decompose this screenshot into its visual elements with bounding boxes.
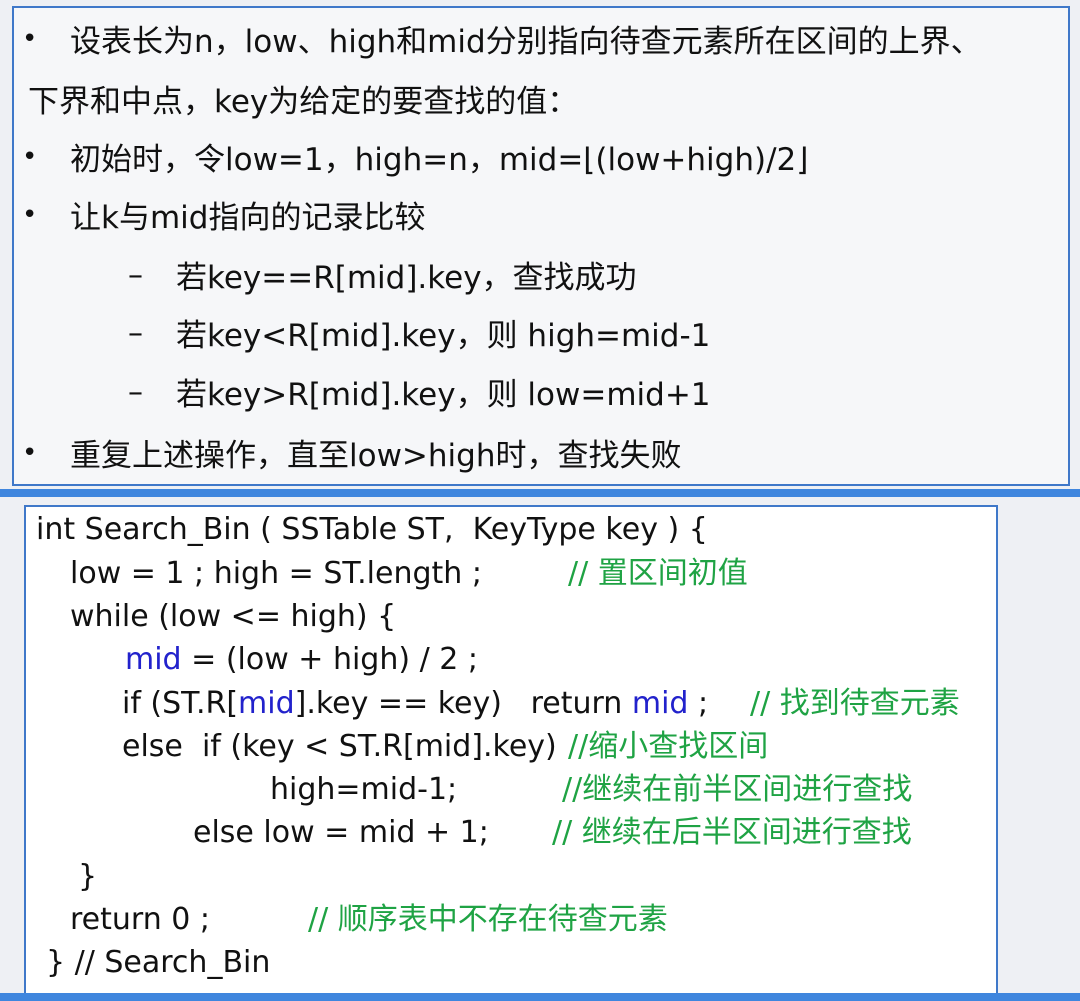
code-token: = (low + high) / 2 ; [181, 642, 478, 677]
code-line-signature: int Search_Bin ( SSTable ST, KeyType key… [36, 512, 708, 547]
intro-line-1: 设表长为n，low、high和mid分别指向待查元素所在区间的上界、 [70, 24, 982, 60]
code-line-init: low = 1 ; high = ST.length ; [70, 556, 482, 591]
code-comment-narrow: //缩小查找区间 [568, 729, 769, 764]
case-greater: 若key>R[mid].key，则 low=mid+1 [176, 377, 711, 413]
code-token-mid: mid [125, 642, 182, 677]
code-line-if: if (ST.R[mid].key == key) return mid ; [122, 685, 708, 723]
code-comment-init: // 置区间初值 [568, 556, 748, 591]
init-rule: 初始时，令low=1，high=n，mid=⌊(low+high)/2⌋ [70, 142, 809, 178]
divider-bar [0, 489, 1080, 497]
dash: – [128, 316, 143, 351]
divider-bar [0, 993, 1080, 1001]
bullet: • [22, 24, 38, 54]
code-line-elseif: else if (key < ST.R[mid].key) [122, 729, 557, 764]
bullet: • [22, 200, 38, 230]
code-token: ].key == key) return [294, 686, 632, 721]
code-line-while: while (low <= high) { [70, 599, 397, 634]
case-less: 若key<R[mid].key，则 high=mid-1 [176, 318, 711, 354]
intro-line-2: 下界和中点，key为给定的要查找的值： [28, 84, 579, 120]
code-comment-not-found: // 顺序表中不存在待查元素 [308, 902, 668, 937]
code-token-mid: mid [238, 686, 295, 721]
code-line-end: } // Search_Bin [46, 945, 271, 980]
code-comment-found: // 找到待查元素 [750, 686, 960, 721]
case-equal: 若key==R[mid].key，查找成功 [176, 260, 637, 296]
dash: – [128, 375, 143, 410]
code-line-mid: mid = (low + high) / 2 ; [125, 641, 478, 679]
dash: – [128, 258, 143, 293]
repeat-rule: 重复上述操作，直至low>high时，查找失败 [70, 438, 682, 474]
bullet: • [22, 142, 38, 172]
code-line-else-low: else low = mid + 1; [193, 815, 489, 850]
code-line-close-while: } [78, 859, 98, 894]
code-token-mid: mid [631, 686, 689, 721]
code-line-high: high=mid-1; [270, 772, 458, 807]
code-line-return: return 0 ; [70, 902, 210, 937]
code-token: ; [688, 686, 709, 721]
compare-rule: 让k与mid指向的记录比较 [70, 200, 426, 236]
code-token: if (ST.R[ [122, 686, 239, 721]
bullet: • [22, 438, 38, 468]
code-comment-second-half: // 继续在后半区间进行查找 [552, 815, 912, 850]
code-comment-first-half: //继续在前半区间进行查找 [562, 772, 913, 807]
